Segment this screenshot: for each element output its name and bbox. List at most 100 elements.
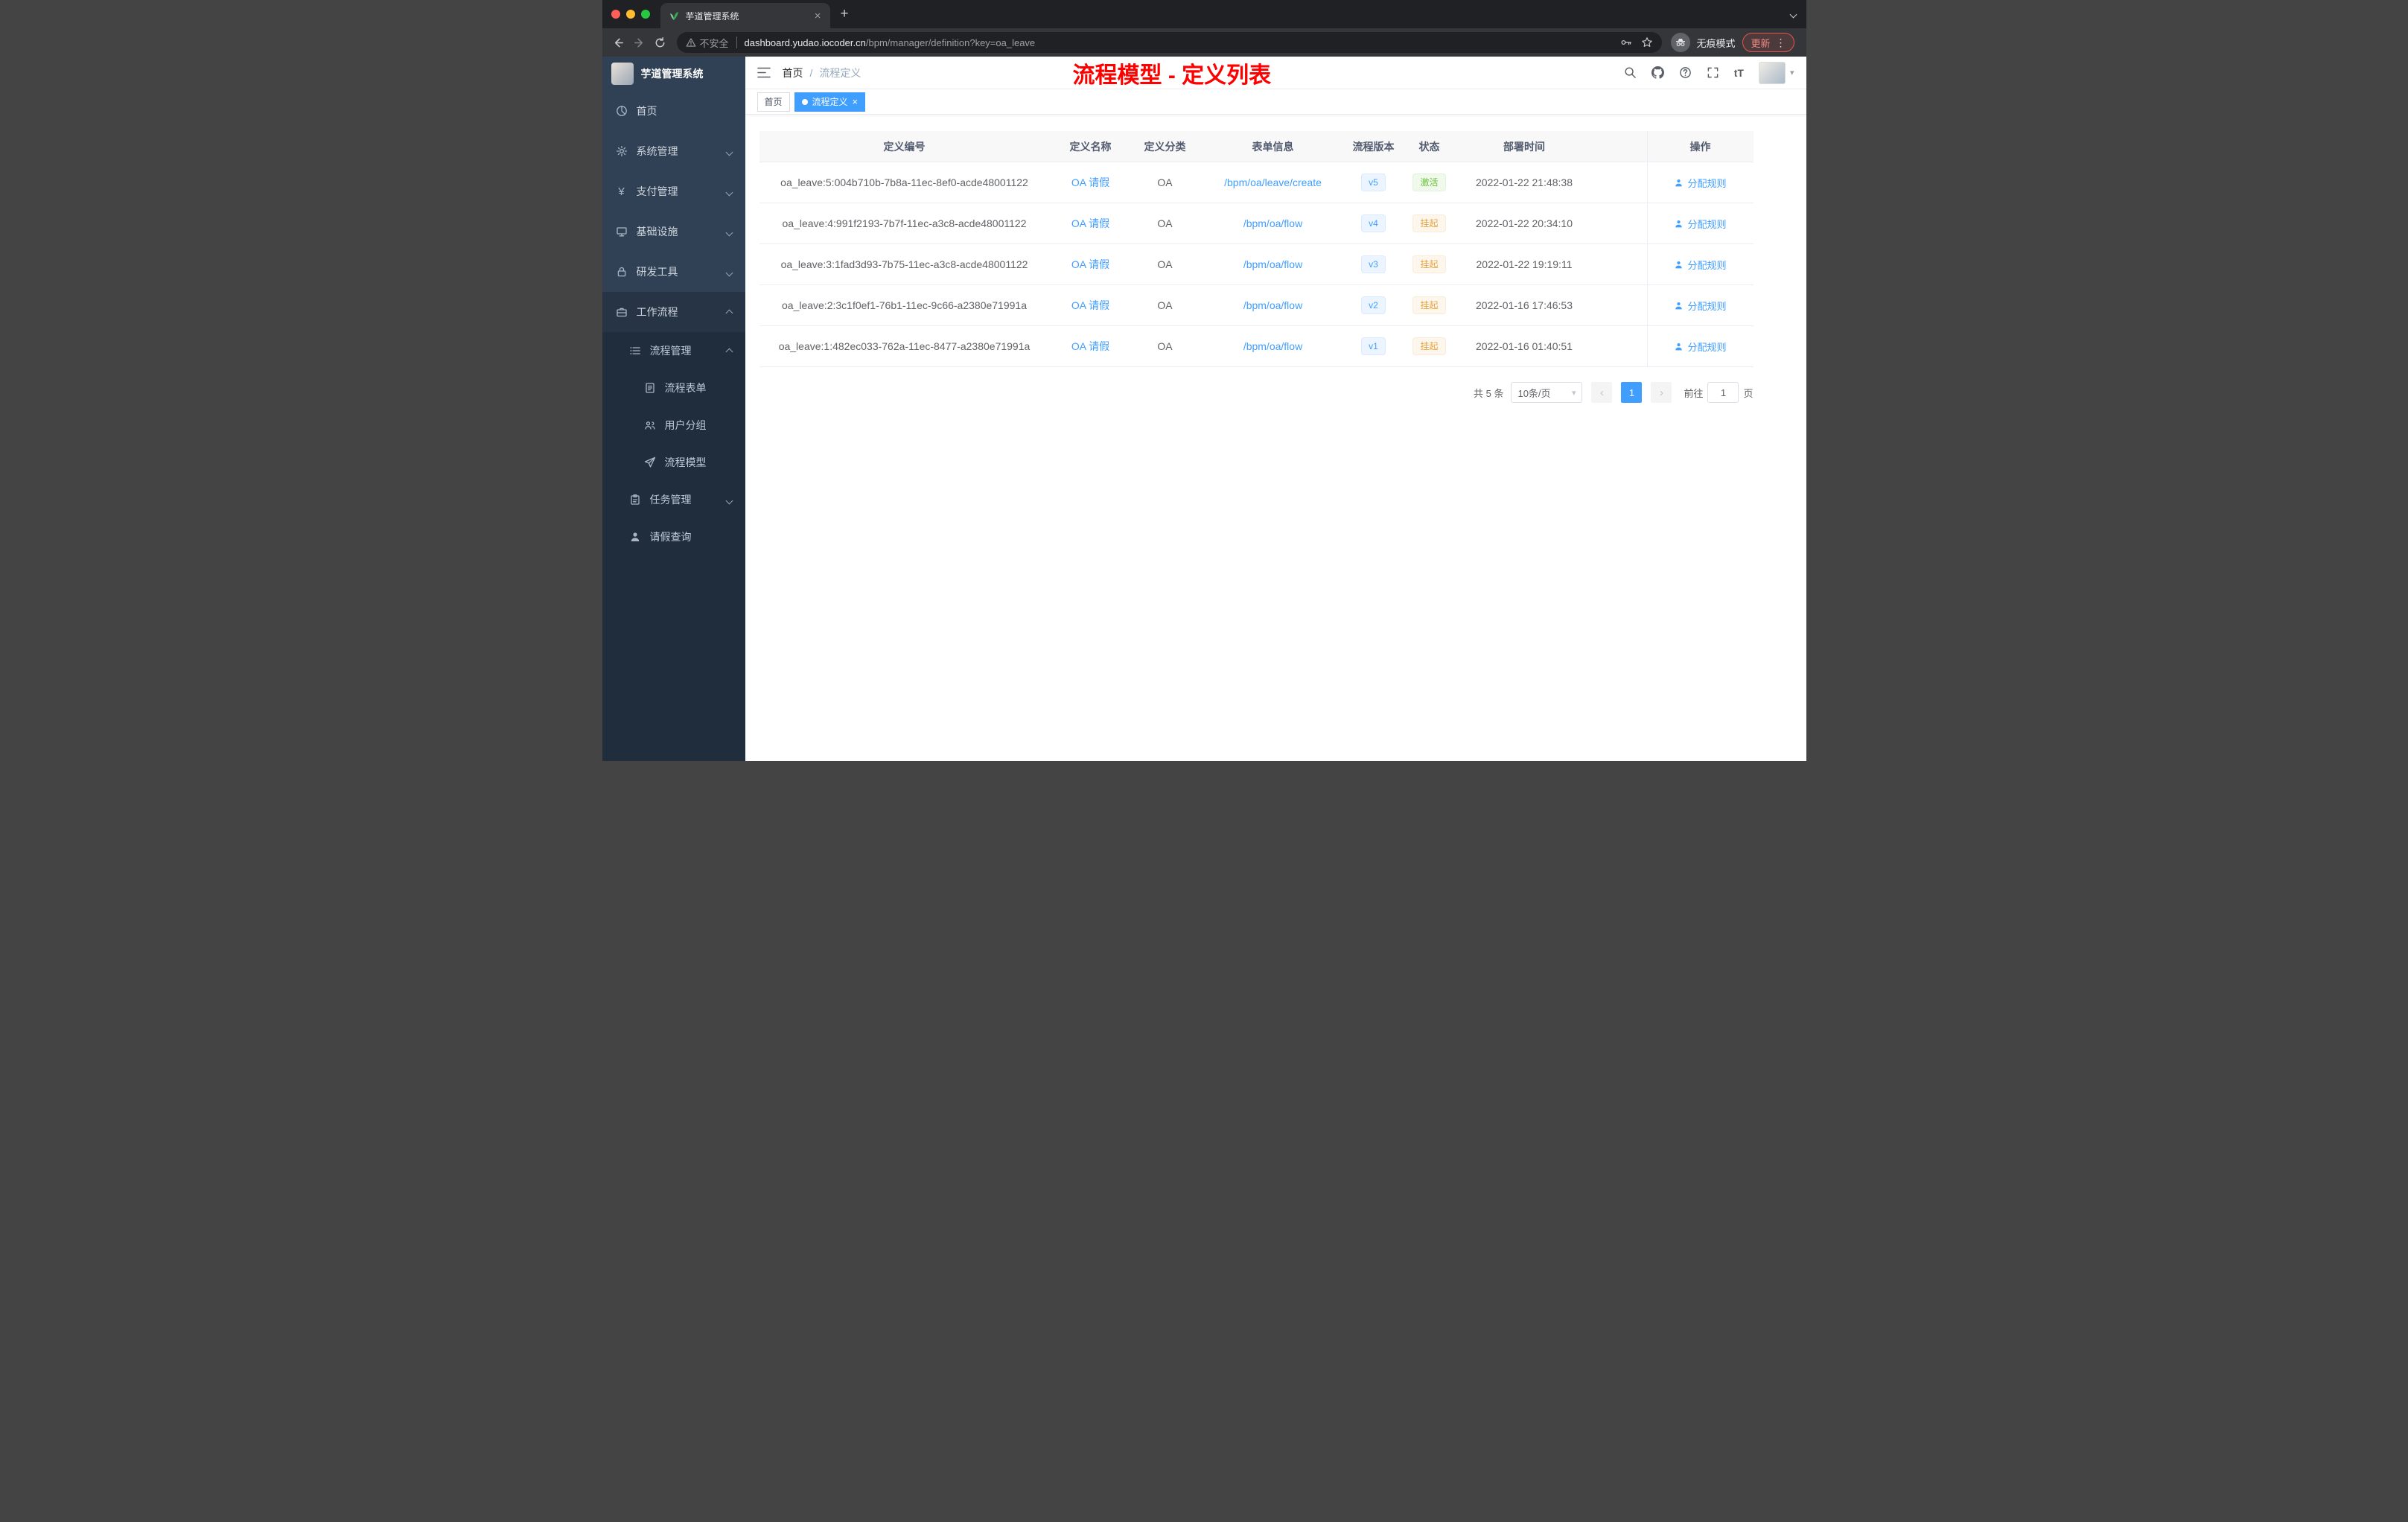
page-content: 定义编号 定义名称 定义分类 表单信息 流程版本 状态 部署时间 操作 oa_l… [745, 115, 1806, 761]
sidebar-item-home[interactable]: 首页 [602, 91, 745, 131]
form-info-link[interactable]: /bpm/oa/flow [1243, 217, 1302, 229]
form-info-link[interactable]: /bpm/oa/flow [1243, 258, 1302, 270]
yen-icon: ¥ [618, 185, 625, 198]
reload-button[interactable] [650, 32, 671, 53]
user-icon [1675, 179, 1683, 186]
sidebar-item-process-model[interactable]: 流程模型 [602, 444, 745, 481]
logo-avatar [611, 63, 634, 85]
tab-search-chevron-icon[interactable] [1789, 7, 1797, 21]
back-button[interactable] [608, 32, 629, 53]
assign-rule-button[interactable]: 分配规则 [1674, 299, 1727, 313]
bookmark-star-icon[interactable] [1641, 36, 1653, 48]
sidebar-item-infrastructure[interactable]: 基础设施 [602, 211, 745, 252]
chevron-down-icon [725, 185, 733, 197]
sidebar-item-process-form[interactable]: 流程表单 [602, 369, 745, 407]
chevron-down-icon [725, 266, 733, 278]
definition-name-link[interactable]: OA 请假 [1071, 216, 1109, 231]
page-unit-label: 页 [1743, 387, 1754, 399]
text-size-icon[interactable]: tT [1734, 67, 1744, 79]
password-key-icon[interactable] [1620, 36, 1632, 48]
table-header-row: 定义编号 定义名称 定义分类 表单信息 流程版本 状态 部署时间 操作 [759, 131, 1754, 162]
status-badge: 挂起 [1412, 296, 1446, 314]
sidebar-logo[interactable]: 芋道管理系统 [602, 57, 745, 91]
tab-title: 芋道管理系统 [685, 10, 739, 22]
browser-toolbar: 不安全 dashboard.yudao.iocoder.cn/bpm/manag… [602, 28, 1806, 57]
goto-page-input[interactable] [1707, 382, 1739, 403]
next-page-button[interactable]: › [1651, 382, 1672, 403]
sidebar-item-devtools[interactable]: 研发工具 [602, 252, 745, 292]
browser-update-button[interactable]: 更新 ⋮ [1742, 33, 1794, 52]
window-minimize-button[interactable] [625, 10, 635, 19]
user-icon [1675, 220, 1683, 227]
form-info-link[interactable]: /bpm/oa/flow [1243, 299, 1302, 311]
forward-button[interactable] [629, 32, 650, 53]
window-controls [602, 1, 660, 27]
version-badge: v3 [1361, 255, 1386, 273]
users-icon [644, 419, 656, 431]
hamburger-icon[interactable] [757, 67, 771, 78]
sidebar-item-process-management[interactable]: 流程管理 [602, 332, 745, 369]
monitor-icon [616, 226, 628, 238]
main-area: 首页 / 流程定义 流程模型 - 定义列表 tT ▾ 首页 流程定义 × 定义编… [745, 57, 1806, 761]
user-menu[interactable]: ▾ [1758, 61, 1794, 84]
status-badge: 挂起 [1412, 255, 1446, 273]
cell-category: OA [1157, 217, 1173, 229]
browser-tab[interactable]: 芋道管理系统 × [660, 3, 830, 28]
sidebar-item-system[interactable]: 系统管理 [602, 131, 745, 171]
form-info-link[interactable]: /bpm/oa/leave/create [1224, 176, 1322, 188]
page-size-select[interactable]: 10条/页 ▾ [1511, 382, 1583, 403]
browser-window: 芋道管理系统 × + 不安全 dashboard.yudao.iocoder.c… [602, 0, 1806, 761]
security-warning[interactable]: 不安全 [686, 36, 729, 50]
breadcrumb-home[interactable]: 首页 [783, 66, 803, 80]
sidebar-item-leave-query[interactable]: 请假查询 [602, 518, 745, 555]
definition-name-link[interactable]: OA 请假 [1071, 257, 1109, 272]
cell-deploy-time: 2022-01-22 21:48:38 [1476, 176, 1573, 188]
assign-rule-button[interactable]: 分配规则 [1674, 176, 1727, 190]
cell-definition-id: oa_leave:1:482ec033-762a-11ec-8477-a2380… [778, 340, 1031, 352]
prev-page-button[interactable]: ‹ [1591, 382, 1613, 403]
new-tab-button[interactable]: + [830, 6, 859, 22]
goto-label: 前往 [1684, 387, 1704, 399]
table-row: oa_leave:5:004b710b-7b8a-11ec-8ef0-acde4… [759, 162, 1754, 203]
tab-close-icon[interactable]: × [813, 10, 823, 22]
cell-category: OA [1157, 258, 1173, 270]
search-icon[interactable] [1624, 66, 1637, 79]
definition-table: 定义编号 定义名称 定义分类 表单信息 流程版本 状态 部署时间 操作 oa_l… [759, 131, 1754, 367]
sidebar-item-payment[interactable]: ¥ 支付管理 [602, 171, 745, 211]
status-badge: 挂起 [1412, 337, 1446, 355]
sidebar-item-task-management[interactable]: 任务管理 [602, 481, 745, 518]
assign-rule-button[interactable]: 分配规则 [1674, 340, 1727, 354]
paper-plane-icon [644, 456, 656, 468]
cell-deploy-time: 2022-01-22 19:19:11 [1476, 258, 1573, 270]
tab-strip: 芋道管理系统 × + [602, 0, 1806, 28]
tag-home[interactable]: 首页 [757, 92, 790, 112]
assign-rule-button[interactable]: 分配规则 [1674, 258, 1727, 272]
github-icon[interactable] [1651, 66, 1664, 79]
cell-category: OA [1157, 340, 1173, 352]
help-icon[interactable] [1679, 66, 1692, 79]
incognito-label: 无痕模式 [1696, 37, 1736, 49]
address-bar[interactable]: 不安全 dashboard.yudao.iocoder.cn/bpm/manag… [676, 32, 1663, 53]
sidebar-item-user-group[interactable]: 用户分组 [602, 407, 745, 444]
tag-close-icon[interactable]: × [853, 97, 859, 106]
chevron-down-icon [725, 145, 733, 157]
fullscreen-icon[interactable] [1707, 66, 1719, 79]
user-icon [1675, 261, 1683, 268]
definition-name-link[interactable]: OA 请假 [1071, 339, 1109, 354]
tag-process-definition[interactable]: 流程定义 × [794, 92, 866, 112]
tab-favicon-leaf-icon [668, 10, 680, 22]
sidebar-filler [602, 555, 745, 761]
clipboard-icon [629, 494, 641, 506]
window-close-button[interactable] [611, 10, 620, 19]
sidebar-item-workflow[interactable]: 工作流程 [602, 292, 745, 332]
form-info-link[interactable]: /bpm/oa/flow [1243, 340, 1302, 352]
sidebar: 芋道管理系统 首页 系统管理 ¥ 支付管理 基础设施 研发工具 工作流程 流程管… [602, 57, 745, 761]
user-avatar[interactable] [1758, 61, 1786, 84]
definition-name-link[interactable]: OA 请假 [1071, 298, 1109, 313]
assign-rule-button[interactable]: 分配规则 [1674, 217, 1727, 231]
page-number-button[interactable]: 1 [1621, 382, 1643, 403]
definition-name-link[interactable]: OA 请假 [1071, 175, 1109, 190]
browser-menu-dots-icon[interactable]: ⋮ [1776, 36, 1786, 49]
total-count: 共 5 条 [1474, 387, 1504, 399]
window-zoom-button[interactable] [640, 10, 650, 19]
